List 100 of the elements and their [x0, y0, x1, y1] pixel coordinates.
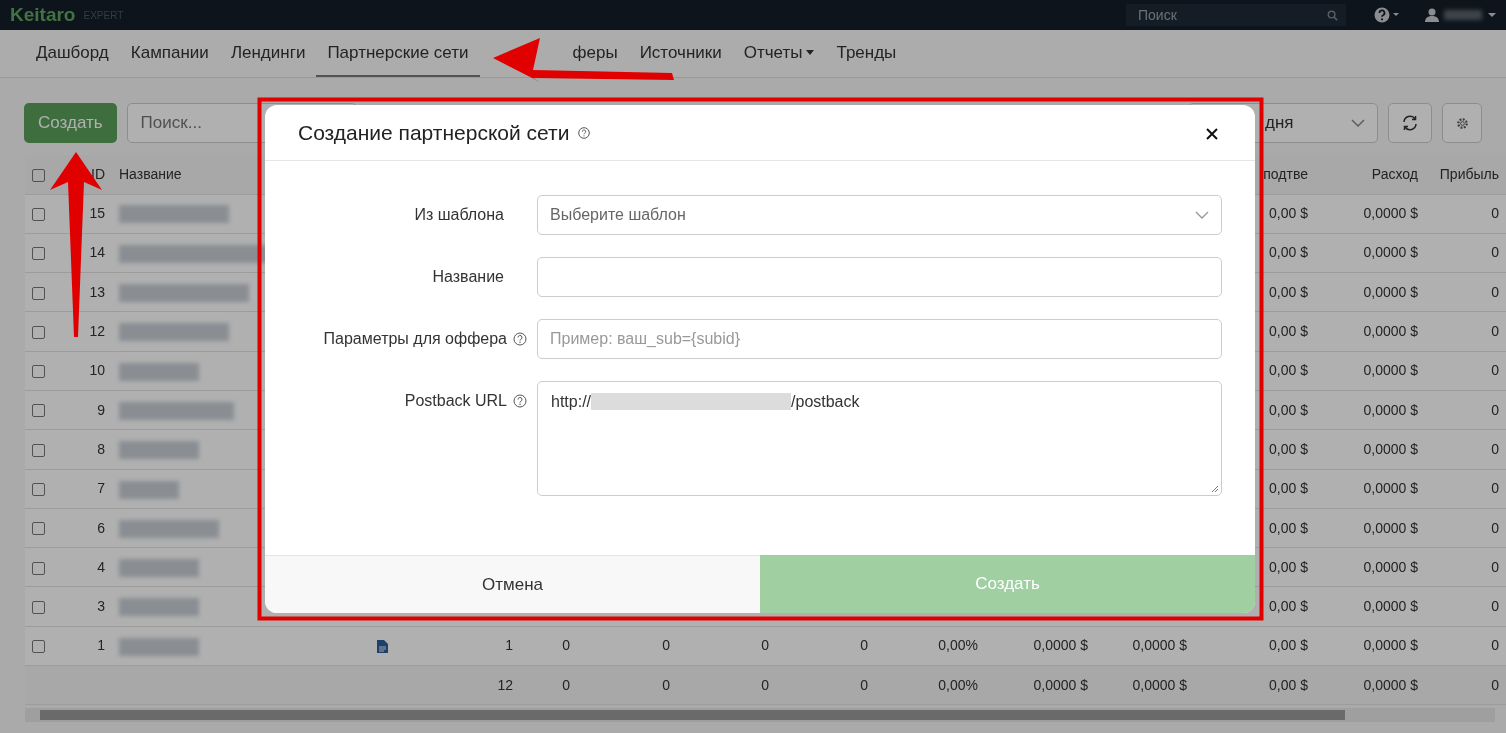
table-cell: 0	[1491, 362, 1499, 379]
column-header: подтве	[1263, 165, 1308, 182]
table-cell: 15	[89, 205, 105, 222]
table-cell: 7	[97, 480, 105, 497]
input-field[interactable]	[537, 257, 1222, 297]
table-cell: 0,00 $	[1269, 440, 1308, 457]
row-checkbox[interactable]	[32, 443, 45, 457]
table-cell: 10	[89, 362, 105, 379]
blurred-name	[119, 480, 179, 499]
table-cell: 14	[89, 244, 105, 261]
nav-tab[interactable]: Партнерские сети	[316, 30, 480, 77]
table-cell: 0	[1491, 323, 1499, 340]
nav-tab[interactable]: Источники	[628, 30, 733, 77]
table-cell: 0	[662, 637, 670, 654]
postback-url-field[interactable]: http:// /postback	[537, 381, 1222, 496]
table-cell: 4	[97, 558, 105, 575]
nav-tab[interactable]: Отчеты	[732, 30, 826, 77]
table-cell: 0,0000 $	[1363, 205, 1418, 222]
table-cell: 0,00 $	[1269, 598, 1308, 615]
table-cell: 0,00 $	[1269, 362, 1308, 379]
table-cell: 0	[1491, 401, 1499, 418]
template-select[interactable]: Выберите шаблон	[537, 195, 1222, 235]
document-icon[interactable]	[377, 640, 388, 654]
search-icon	[1327, 10, 1338, 21]
help-icon[interactable]	[578, 126, 591, 139]
table-cell: 0	[860, 637, 868, 654]
field-label: Название	[432, 267, 504, 287]
row-checkbox[interactable]	[32, 522, 45, 536]
table-cell: 0,00%	[938, 637, 978, 654]
table-cell: 0,0000 $	[1363, 323, 1418, 340]
row-checkbox[interactable]	[32, 365, 45, 379]
table-cell: 0,00 $	[1269, 637, 1308, 654]
table-cell: 12	[89, 323, 105, 340]
resize-handle-icon[interactable]	[1211, 485, 1219, 493]
user-icon[interactable]	[1424, 7, 1440, 23]
table-cell: 0	[1491, 558, 1499, 575]
table-cell: 0	[1491, 283, 1499, 300]
refresh-icon	[1401, 114, 1419, 132]
row-checkbox[interactable]	[32, 600, 45, 614]
row-checkbox[interactable]	[32, 404, 45, 418]
table-cell: 0,0000 $	[1363, 598, 1418, 615]
table-cell: 0	[1491, 244, 1499, 261]
field-label: Postback URL	[404, 391, 507, 411]
cancel-button[interactable]: Отмена	[265, 555, 760, 613]
row-checkbox[interactable]	[32, 325, 45, 339]
table-cell: 0,00 $	[1269, 205, 1308, 222]
blurred-username	[1444, 10, 1482, 20]
total-cell: 0,00 $	[1269, 676, 1308, 693]
input-field[interactable]: Пример: ваш_sub={subid}	[537, 319, 1222, 359]
column-header: Название	[119, 165, 182, 182]
row-checkbox[interactable]	[32, 640, 45, 654]
chevron-icon	[1195, 211, 1209, 219]
table-cell: 3	[97, 598, 105, 615]
help-icon[interactable]	[1374, 7, 1402, 23]
row-checkbox[interactable]	[32, 561, 45, 575]
nav-tab[interactable]: Кампании	[119, 30, 220, 77]
table-cell: 0,00 $	[1269, 283, 1308, 300]
nav-tab[interactable]: Тренды	[825, 30, 908, 77]
total-cell: 0	[562, 676, 570, 693]
refresh-button[interactable]	[1388, 103, 1432, 143]
row-checkbox[interactable]	[32, 286, 45, 300]
table-cell: 9	[97, 401, 105, 418]
total-cell: 0,00%	[938, 676, 978, 693]
nav-tab[interactable]: Лендинги	[219, 30, 317, 77]
table-cell: 0	[1491, 205, 1499, 222]
table-cell: 0,0000 $	[1363, 401, 1418, 418]
table-cell: 0,0000 $	[1363, 244, 1418, 261]
caret-icon	[1488, 12, 1496, 18]
column-header: Прибыль	[1439, 165, 1499, 182]
table-cell: 0,0000 $	[1363, 480, 1418, 497]
search-field[interactable]: Поиск	[1126, 4, 1346, 26]
field-label: Параметры для оффера	[323, 329, 507, 349]
table-cell: 0	[1491, 598, 1499, 615]
column-header: Расход	[1371, 165, 1418, 182]
table-cell: 0	[1491, 637, 1499, 654]
total-cell: 12	[497, 676, 513, 693]
help-icon[interactable]	[513, 394, 527, 408]
select-all-checkbox[interactable]	[32, 168, 45, 182]
table-cell: 1	[505, 637, 513, 654]
row-checkbox[interactable]	[32, 207, 45, 221]
field-label: Из шаблона	[414, 205, 504, 225]
row-checkbox[interactable]	[32, 483, 45, 496]
total-cell: 0	[1491, 676, 1499, 693]
table-cell: 0	[1491, 519, 1499, 536]
table-cell: 0,00 $	[1269, 244, 1308, 261]
total-cell: 0	[860, 676, 868, 693]
total-cell: 0,0000 $	[1363, 676, 1418, 693]
table-cell: 0	[562, 637, 570, 654]
row-checkbox[interactable]	[32, 247, 45, 261]
chevron-icon	[1351, 119, 1365, 127]
horizontal-scrollbar[interactable]	[25, 708, 1495, 723]
table-cell: 0,00 $	[1269, 558, 1308, 575]
table-cell: 6	[97, 519, 105, 536]
nav-tab[interactable]: Дашборд	[25, 30, 120, 77]
help-icon[interactable]	[513, 332, 527, 346]
table-cell: 0,0000 $	[1363, 283, 1418, 300]
settings-icon	[1455, 116, 1469, 130]
table-cell: 8	[97, 440, 105, 457]
settings-button[interactable]	[1442, 103, 1482, 143]
total-cell: 0	[761, 676, 769, 693]
